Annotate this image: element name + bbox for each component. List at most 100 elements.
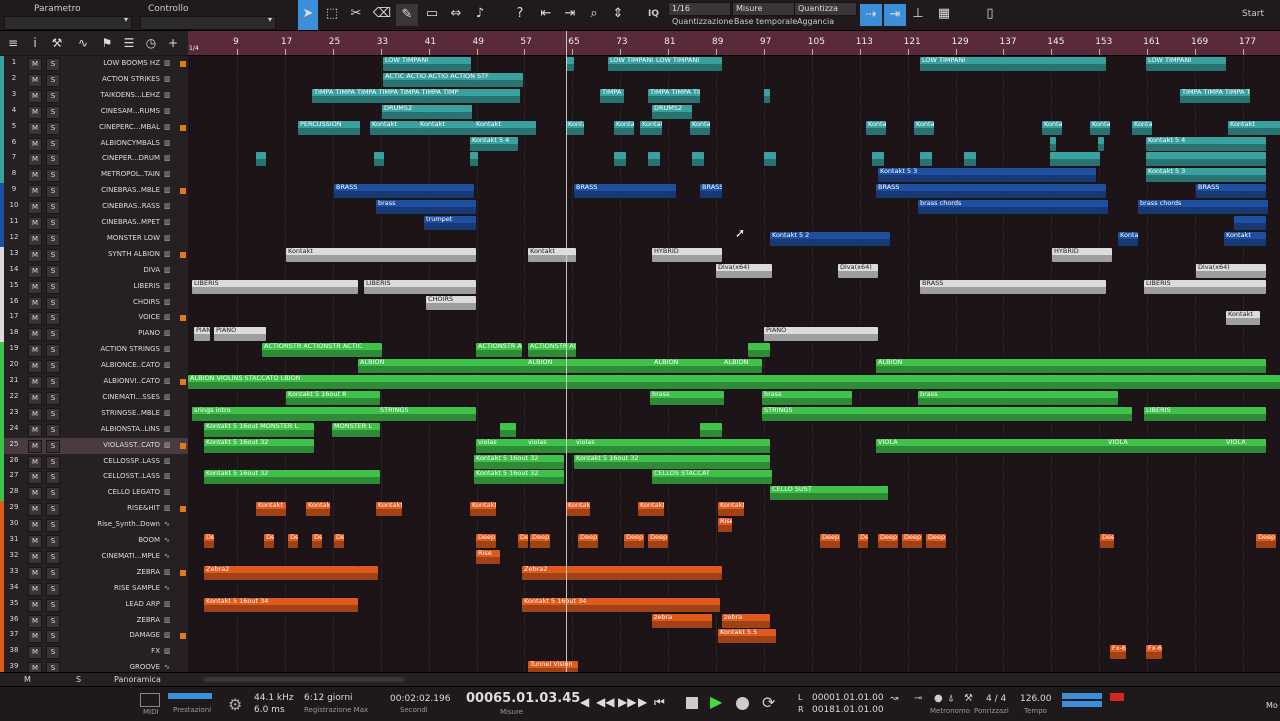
clip[interactable]: TIMPA TIMPA TIMPA TIMPA TIMPA TIMPA TIMP [600, 88, 624, 103]
mute-button[interactable]: M [28, 471, 42, 485]
control-field[interactable]: ▾ [140, 15, 276, 30]
mute-button[interactable]: M [28, 535, 42, 548]
track-row[interactable]: 7 M S CINEPER...DRUM ▥ [0, 151, 188, 169]
track-monitor-indicator[interactable] [180, 156, 186, 162]
mute-button[interactable]: M [28, 646, 42, 660]
mute-button[interactable]: M [28, 614, 42, 628]
playhead[interactable] [566, 31, 567, 672]
arrow-tool-bg[interactable]: ➤ [298, 0, 318, 30]
clip[interactable]: Zebra2 [204, 565, 358, 580]
clip[interactable]: Kontakt [1224, 231, 1266, 246]
clip[interactable]: Deep [1256, 534, 1276, 548]
clip[interactable]: Kontakt [1226, 311, 1260, 326]
param-field[interactable]: ▾ [4, 15, 132, 30]
clip[interactable]: ALBION [358, 359, 658, 374]
fast-forward-icon[interactable]: ▶▶ [618, 695, 636, 709]
clip[interactable]: Kontakt [1228, 120, 1280, 135]
mute-button[interactable]: M [28, 344, 42, 358]
solo-button[interactable]: S [46, 519, 60, 533]
clip[interactable]: BRASS [574, 184, 676, 199]
solo-button[interactable]: S [46, 264, 60, 278]
mute-button[interactable]: M [28, 360, 42, 374]
mute-button[interactable]: M [28, 153, 42, 167]
track-monitor-indicator[interactable] [180, 268, 186, 274]
clip[interactable] [764, 88, 770, 103]
clip[interactable] [500, 422, 516, 437]
solo-button[interactable]: S [46, 487, 60, 501]
mute-button[interactable]: M [28, 376, 42, 389]
clip[interactable]: STRINGS [378, 406, 476, 421]
clip[interactable]: Kontakt 5 4 [470, 136, 518, 151]
mute-button[interactable]: M [28, 105, 42, 119]
track-monitor-indicator[interactable] [180, 569, 186, 576]
clip[interactable]: PIANO [214, 327, 266, 342]
track-monitor-indicator[interactable] [180, 188, 186, 195]
metronome-settings-icon[interactable]: ⚒ [964, 693, 973, 704]
clip[interactable]: Deep [518, 534, 528, 548]
track-row[interactable]: 6 M S ALBIONCYMBALS ▥ [0, 135, 188, 153]
clip[interactable]: Deep [820, 534, 840, 548]
help-icon[interactable]: ? [510, 4, 530, 24]
solo-button[interactable]: S [46, 646, 60, 660]
track-monitor-indicator[interactable] [180, 300, 186, 306]
mute-button[interactable]: M [28, 598, 42, 612]
track-monitor-indicator[interactable] [180, 538, 186, 544]
listen-tool-icon[interactable]: ♪ [470, 4, 490, 24]
layout-grid-icon[interactable]: ▦ [934, 4, 954, 24]
clip[interactable]: Kontakt [566, 502, 590, 517]
clip[interactable]: Diva(x64) [838, 263, 878, 278]
track-monitor-indicator[interactable] [180, 109, 186, 115]
panorama-label[interactable]: Panoramica [114, 675, 161, 684]
clip[interactable] [1098, 136, 1104, 151]
mute-button[interactable]: M [28, 328, 42, 342]
track-row[interactable]: 9 M S CINEBRAS..MBLE ▥ [0, 183, 188, 201]
loop-end[interactable]: 00181.01.01.00 [812, 705, 884, 715]
mute-button[interactable]: M [28, 201, 42, 215]
track-monitor-indicator[interactable] [180, 554, 186, 560]
mute-button[interactable]: M [28, 89, 42, 103]
clip[interactable]: Kontakt 5 3 [1146, 168, 1266, 183]
clip[interactable]: Zebra2 [522, 565, 722, 580]
clip[interactable]: TIMPA TIMPA TIMPA TIMPA TIMPA TIMPA TIMP [1180, 88, 1250, 103]
clip[interactable]: LIBERIS [1144, 279, 1266, 294]
mute-button[interactable]: M [28, 630, 42, 644]
track-row[interactable]: 16 M S CHOIRS ▥ [0, 294, 188, 312]
bend-tool-icon[interactable]: ⇔ [446, 4, 466, 24]
clip[interactable]: BRASS [920, 279, 1106, 294]
clip[interactable]: Kontakt [1090, 120, 1110, 135]
mute-button[interactable]: M [28, 185, 42, 199]
clip[interactable]: Kontakt [418, 120, 474, 135]
record-icon[interactable] [736, 697, 749, 710]
split-tool-icon[interactable]: ✂ [346, 4, 366, 24]
clip[interactable] [374, 152, 384, 167]
solo-button[interactable]: S [46, 105, 60, 119]
clip[interactable]: ACTIONSTR ACTIONSTR ACTIC [476, 343, 522, 358]
wrench-icon[interactable]: ⚒ [48, 34, 66, 52]
clip[interactable]: STRINGS [762, 406, 1132, 421]
clip[interactable]: Kontakt [1118, 231, 1138, 246]
clip[interactable]: Kontakt [640, 120, 662, 135]
track-monitor-indicator[interactable] [180, 633, 186, 640]
solo-button[interactable]: S [46, 73, 60, 87]
solo-button[interactable]: S [46, 391, 60, 405]
track-row[interactable]: 34 M S RISE SAMPLE ∿ [0, 580, 188, 598]
clip[interactable]: Diva(x64) [716, 263, 772, 278]
clip[interactable]: Kontakt [370, 120, 418, 135]
clip[interactable]: brass [650, 390, 724, 405]
track-monitor-indicator[interactable] [180, 586, 186, 592]
clip[interactable]: Kontakt [256, 502, 286, 517]
loop-start[interactable]: 00001.01.01.00 [812, 693, 884, 703]
track-row[interactable]: 37 M S DAMAGE ▥ [0, 628, 188, 646]
phone-icon[interactable]: ▯ [980, 4, 1000, 24]
eraser-tool-icon[interactable]: ⌫ [372, 4, 392, 24]
track-row[interactable]: 39 M S GROOVE ∿ [0, 660, 188, 672]
clip[interactable]: Deep [530, 534, 550, 548]
goto-end-icon[interactable]: ▶ [638, 695, 647, 709]
mute-button[interactable]: M [28, 264, 42, 278]
clip[interactable]: brass chords [918, 200, 1108, 215]
clip[interactable] [566, 57, 574, 71]
track-monitor-indicator[interactable] [180, 665, 186, 671]
mute-button[interactable]: M [28, 248, 42, 262]
clip[interactable] [614, 152, 626, 167]
clip[interactable]: Kontakt [566, 120, 584, 135]
